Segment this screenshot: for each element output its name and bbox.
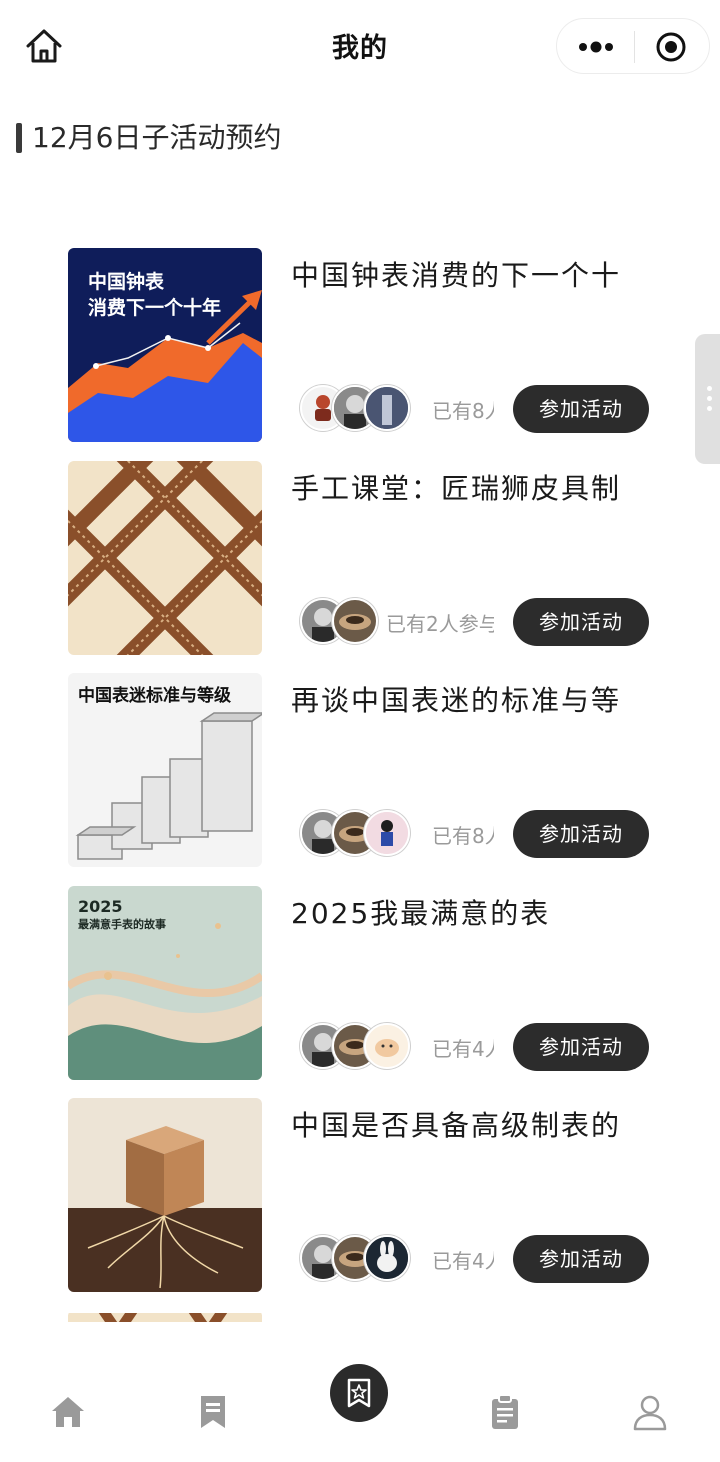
activity-thumbnail[interactable]: 中国钟表 消费下一个十年 xyxy=(68,248,262,442)
list-item[interactable]: 中国钟表 消费下一个十年 中国钟表消费的下一个十 已有8人 参加活动 xyxy=(0,248,720,444)
join-activity-button[interactable]: 参加活动 xyxy=(513,1235,649,1283)
list-item[interactable]: 中国表迷标准与等级 再谈中国表迷的标准与等 已有8 参加活动 xyxy=(0,673,720,869)
star-badge-icon[interactable] xyxy=(330,1364,388,1422)
avatar xyxy=(364,810,410,856)
join-activity-button[interactable]: 参加活动 xyxy=(513,385,649,433)
avatar xyxy=(364,385,410,431)
joined-count: 已有2人参与 xyxy=(386,612,494,636)
section-accent-bar xyxy=(16,123,22,153)
section-title: 12月6日子活动预约 xyxy=(32,121,282,154)
bottom-tab-bar xyxy=(0,1340,720,1462)
participant-avatars xyxy=(300,810,420,856)
clipboard-icon[interactable] xyxy=(485,1392,525,1432)
list-item[interactable]: 手工课堂：匠瑞狮皮具制 已有2人参与 参加活动 xyxy=(0,461,720,657)
thumb-text: 中国表迷标准与等级 xyxy=(78,685,231,706)
activity-title[interactable]: 手工课堂：匠瑞狮皮具制 xyxy=(291,471,649,507)
activity-title[interactable]: 再谈中国表迷的标准与等 xyxy=(291,683,649,719)
activity-thumbnail[interactable] xyxy=(68,1310,262,1322)
activity-thumbnail[interactable] xyxy=(68,1098,262,1292)
joined-count: 已有8人 xyxy=(432,824,494,848)
join-activity-button[interactable]: 参加活动 xyxy=(513,1023,649,1071)
target-circle-icon[interactable] xyxy=(655,31,687,63)
activity-list[interactable]: 中国钟表 消费下一个十年 中国钟表消费的下一个十 已有8人 参加活动 xyxy=(0,248,720,1322)
user-icon[interactable] xyxy=(630,1392,670,1432)
activity-title[interactable]: 中国是否具备高级制表的 xyxy=(291,1108,649,1144)
avatar xyxy=(332,598,378,644)
participant-avatars xyxy=(300,1023,420,1069)
joined-count: 已有4人 xyxy=(432,1249,494,1273)
list-item[interactable]: 2025 最满意手表的故事 2025我最满意的表 已有4人 参加活动 xyxy=(0,886,720,1082)
activity-title[interactable]: 中国钟表消费的下一个十 xyxy=(291,258,649,294)
participant-avatars xyxy=(300,385,420,431)
thumb-text: 最满意手表的故事 xyxy=(78,917,166,931)
joined-count: 已有4人 xyxy=(432,1037,494,1061)
handle-dot xyxy=(707,396,712,401)
home-icon[interactable] xyxy=(48,1392,88,1432)
avatar xyxy=(364,1235,410,1281)
thumb-text: 消费下一个十年 xyxy=(88,296,221,319)
join-activity-button[interactable]: 参加活动 xyxy=(513,810,649,858)
activity-thumbnail[interactable] xyxy=(68,461,262,655)
thumb-text: 中国钟表 xyxy=(88,270,165,293)
activity-thumbnail[interactable]: 2025 最满意手表的故事 xyxy=(68,886,262,1080)
handle-dot xyxy=(707,406,712,411)
handle-dot xyxy=(707,386,712,391)
activity-thumbnail[interactable]: 中国表迷标准与等级 xyxy=(68,673,262,867)
more-dots-icon[interactable] xyxy=(577,35,615,59)
joined-count: 已有8人 xyxy=(432,399,494,423)
top-nav-bar: 我的 xyxy=(0,0,720,94)
activity-title[interactable]: 2025我最满意的表 xyxy=(291,896,649,932)
avatar xyxy=(364,1023,410,1069)
list-item[interactable]: 中国是否具备高级制表的 已有4人 参加活动 xyxy=(0,1098,720,1294)
join-activity-button[interactable]: 参加活动 xyxy=(513,598,649,646)
thumb-text: 2025 xyxy=(78,897,123,916)
floating-side-handle[interactable] xyxy=(695,334,720,464)
capsule-divider xyxy=(634,31,635,63)
participant-avatars xyxy=(300,1235,420,1281)
bookmark-icon[interactable] xyxy=(193,1392,233,1432)
mini-program-capsule xyxy=(556,18,710,74)
